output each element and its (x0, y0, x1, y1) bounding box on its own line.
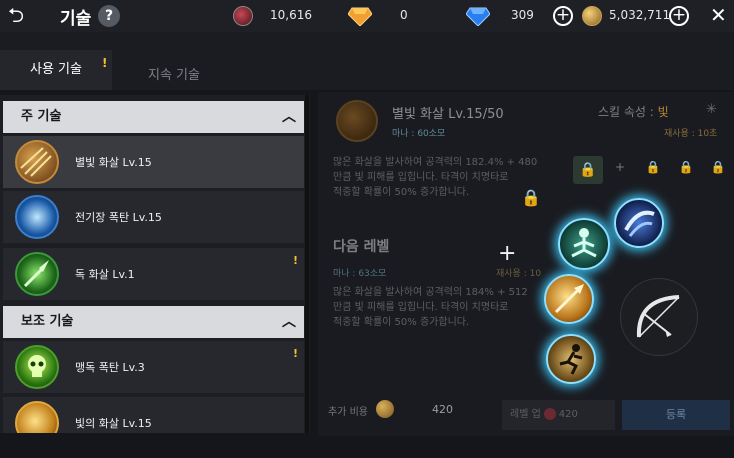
skill-name: 별빛 화살 Lv.15 (75, 156, 152, 169)
gold-coin-icon (582, 6, 602, 26)
attack-button[interactable] (620, 278, 698, 356)
poison-arrow-icon (15, 252, 59, 296)
lock-icon[interactable]: 🔒 (641, 160, 665, 182)
desc-line: 만큼 빛 피해를 입힙니다. 타격이 치명타로 (333, 172, 509, 183)
tab-passive-skills[interactable]: 지속 기술 (148, 64, 200, 83)
extra-cost-value: 420 (432, 403, 453, 416)
level-up-cost: 420 (558, 409, 578, 420)
bow-icon (636, 295, 680, 338)
detail-attribute: 스킬 속성 : 빛 (598, 103, 669, 120)
back-icon[interactable]: ⮌ (8, 4, 32, 26)
star-arrows-icon (336, 100, 378, 142)
skill-name: 맹독 폭탄 Lv.3 (75, 361, 145, 374)
blue-diamond-value: 309 (511, 8, 534, 22)
section-title: 주 기술 (21, 109, 62, 124)
lock-icon[interactable]: 🔒 (674, 160, 698, 182)
desc-line: 많은 화살을 발사하여 공격력의 182.4% + 480 (333, 157, 538, 168)
star-icon: ✳ (706, 102, 717, 117)
section-title: 보조 기술 (21, 314, 74, 329)
tab-alert-icon: ! (102, 56, 108, 70)
blue-diamond-icon (465, 6, 491, 27)
register-button[interactable]: 등록 (622, 400, 730, 430)
list-item[interactable]: 전기장 폭탄 Lv.15 (3, 191, 304, 243)
add-diamond-button[interactable]: + (553, 6, 573, 26)
orange-gem-icon (347, 6, 373, 27)
desc-line: 많은 화살을 발사하여 공격력의 184% + 512 (333, 287, 528, 298)
skill-detail-panel (318, 92, 734, 436)
detail-cooldown: 재사용 : 10초 (664, 129, 718, 139)
attribute-value: 빛 (657, 105, 669, 119)
desc-line: 만큼 빛 피해를 입힙니다. 타격이 치명타로 (333, 302, 509, 313)
alert-icon: ! (292, 347, 298, 360)
blood-orb-icon (233, 6, 253, 26)
section-sub-skills[interactable]: 보조 기술 ︿ (3, 306, 304, 338)
running-figure-icon (559, 344, 583, 375)
detail-mana-cost: 마나 : 60소모 (392, 129, 446, 139)
wind-slash-icon (624, 210, 655, 237)
light-arrow-icon (554, 284, 584, 314)
page-title: 기술 (60, 9, 92, 29)
detail-skill-name: 별빛 화살 Lv.15/50 (392, 107, 504, 122)
skill-name: 독 화살 Lv.1 (75, 268, 135, 281)
gold-coin-icon (376, 400, 394, 418)
next-level-mana-cost: 마나 : 63소모 (333, 269, 387, 279)
orange-gem-value: 0 (400, 8, 408, 22)
attribute-label: 스킬 속성 : (598, 105, 658, 119)
level-up-label: 레벨 업 (510, 409, 541, 420)
list-item[interactable]: 맹독 폭탄 Lv.3 ! (3, 341, 304, 393)
section-main-skills[interactable]: 주 기술 ︿ (3, 101, 304, 133)
dash-skill-slot[interactable] (546, 334, 596, 384)
list-item[interactable]: 독 화살 Lv.1 ! (3, 248, 304, 300)
next-level-description: 많은 화살을 발사하여 공격력의 184% + 512 만큼 빛 피해를 입힙니… (333, 285, 563, 330)
skill-list: 주 기술 ︿ 별빛 화살 Lv.15 전기장 폭탄 Lv.15 독 화살 Lv.… (0, 95, 310, 433)
level-up-button[interactable]: 레벨 업 420 (502, 400, 615, 430)
lock-icon[interactable]: 🔒 (706, 160, 730, 182)
list-item[interactable]: 빛의 화살 Lv.15 (3, 397, 304, 433)
meditation-skill-slot[interactable] (558, 218, 610, 270)
next-level-cooldown: 재사용 : 10 (496, 269, 542, 279)
tab-active-skills[interactable]: 사용 기술 (0, 50, 112, 90)
top-bar: ⮌ 기술 ? 10,616 0 309 + 5,032,711 + ✕ (0, 0, 734, 32)
lock-icon[interactable]: 🔒 (573, 156, 603, 184)
chevron-up-icon[interactable]: ︿ (282, 306, 296, 338)
next-level-title: 다음 레벨 (333, 239, 390, 255)
skill-name: 빛의 화살 Lv.15 (75, 417, 152, 430)
add-gold-button[interactable]: + (669, 6, 689, 26)
list-item[interactable]: 별빛 화살 Lv.15 (3, 136, 304, 188)
close-icon[interactable]: ✕ (710, 3, 727, 27)
light-arrow-icon (15, 401, 59, 433)
blood-orb-icon (543, 408, 556, 420)
light-arrow-skill-slot[interactable] (544, 274, 594, 324)
skill-name: 전기장 폭탄 Lv.15 (75, 211, 162, 224)
chevron-up-icon[interactable]: ︿ (282, 101, 296, 133)
desc-line: 적중할 확률이 50% 증가합니다. (333, 317, 470, 328)
meditation-icon (571, 228, 597, 258)
extra-cost-label: 추가 비용 (328, 407, 368, 418)
plus-icon[interactable]: + (498, 241, 516, 266)
toxic-skull-bomb-icon (15, 345, 59, 389)
electric-bomb-icon (15, 195, 59, 239)
alert-icon: ! (292, 254, 298, 267)
lock-icon[interactable]: 🔒 (521, 188, 541, 207)
plus-icon: + (614, 160, 626, 174)
help-icon[interactable]: ? (98, 5, 120, 27)
star-arrows-icon (15, 140, 59, 184)
gold-coin-value: 5,032,711 (609, 8, 671, 22)
list-scrollbar[interactable] (305, 95, 309, 433)
blood-orb-value: 10,616 (270, 8, 312, 22)
wind-skill-slot[interactable] (614, 198, 664, 248)
